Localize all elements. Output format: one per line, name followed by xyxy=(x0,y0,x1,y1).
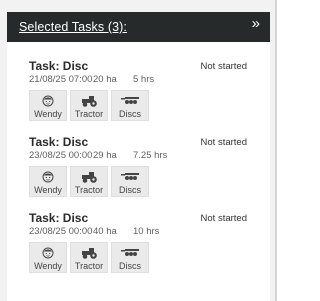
task-list: Task: Disc Not started 21/08/25 07:0020 … xyxy=(7,42,270,301)
resource-label: Tractor xyxy=(74,109,104,119)
resource-chip-vehicle[interactable]: Tractor xyxy=(70,90,108,121)
resource-label: Tractor xyxy=(74,261,104,271)
task-card[interactable]: Task: Disc Not started 21/08/25 07:0020 … xyxy=(22,56,257,126)
resource-chip-implement[interactable]: Discs xyxy=(111,166,149,197)
task-date: 23/08/25 00:00 xyxy=(29,226,93,237)
resource-chip-implement[interactable]: Discs xyxy=(111,90,149,121)
task-meta: 23/08/25 00:0029 ha 7.25 hrs xyxy=(29,150,167,161)
task-duration: 10 hrs xyxy=(133,226,160,237)
resource-label: Wendy xyxy=(34,109,62,119)
resource-label: Tractor xyxy=(74,185,104,195)
panel-header: Selected Tasks (3): » xyxy=(7,12,270,42)
task-duration: 7.25 hrs xyxy=(133,150,168,161)
resource-chip-operator[interactable]: Wendy xyxy=(29,166,67,197)
resource-label: Wendy xyxy=(34,185,62,195)
resource-chips: Wendy Tractor Discs xyxy=(29,166,149,197)
task-duration: 5 hrs xyxy=(133,74,155,85)
resource-chip-operator[interactable]: Wendy xyxy=(29,90,67,121)
task-area: 29 ha xyxy=(93,150,117,161)
resource-label: Discs xyxy=(119,185,141,195)
tractor-icon xyxy=(80,246,98,259)
resource-chip-vehicle[interactable]: Tractor xyxy=(70,166,108,197)
resource-chip-implement[interactable]: Discs xyxy=(111,242,149,273)
collapse-panel-icon[interactable]: » xyxy=(252,16,260,31)
person-icon xyxy=(42,170,54,183)
resource-label: Discs xyxy=(119,109,141,119)
person-icon xyxy=(42,246,54,259)
task-meta: 23/08/25 00:0040 ha 10 hrs xyxy=(29,226,159,237)
disc-harrow-icon xyxy=(121,170,139,183)
task-title: Task: Disc xyxy=(29,135,89,149)
resource-label: Discs xyxy=(119,261,141,271)
task-title: Task: Disc xyxy=(29,59,89,73)
task-area: 40 ha xyxy=(93,226,117,237)
resource-label: Wendy xyxy=(34,261,62,271)
panel-title[interactable]: Selected Tasks (3): xyxy=(19,20,127,34)
selected-tasks-panel: Selected Tasks (3): » Task: Disc Not sta… xyxy=(0,0,277,301)
task-meta: 21/08/25 07:0020 ha 5 hrs xyxy=(29,74,154,85)
task-status: Not started xyxy=(200,137,247,148)
task-status: Not started xyxy=(200,213,247,224)
resource-chips: Wendy Tractor Discs xyxy=(29,90,149,121)
person-icon xyxy=(42,94,54,107)
task-title: Task: Disc xyxy=(29,211,89,225)
resource-chip-operator[interactable]: Wendy xyxy=(29,242,67,273)
task-date: 21/08/25 07:00 xyxy=(29,74,93,85)
task-card[interactable]: Task: Disc Not started 23/08/25 00:0029 … xyxy=(22,132,257,202)
tractor-icon xyxy=(80,94,98,107)
disc-harrow-icon xyxy=(121,94,139,107)
disc-harrow-icon xyxy=(121,246,139,259)
task-area: 20 ha xyxy=(93,74,117,85)
task-status: Not started xyxy=(200,61,247,72)
task-date: 23/08/25 00:00 xyxy=(29,150,93,161)
resource-chips: Wendy Tractor Discs xyxy=(29,242,149,273)
tractor-icon xyxy=(80,170,98,183)
task-card[interactable]: Task: Disc Not started 23/08/25 00:0040 … xyxy=(22,208,257,278)
resource-chip-vehicle[interactable]: Tractor xyxy=(70,242,108,273)
